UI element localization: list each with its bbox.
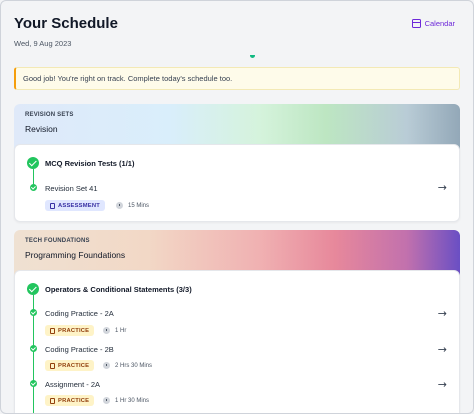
clipboard-icon: [50, 327, 55, 334]
check-circle-icon: [30, 309, 37, 316]
arrow-right-icon[interactable]: →: [438, 308, 447, 319]
check-circle-icon: [30, 184, 37, 191]
section-name: Revision: [25, 124, 58, 134]
arrow-right-icon[interactable]: →: [438, 379, 447, 390]
assessment-badge: ASSESSMENT: [45, 200, 105, 211]
section-label: REVISION SETS: [25, 112, 74, 118]
group-title: MCQ Revision Tests (1/1): [45, 159, 135, 168]
practice-badge: PRACTICE: [45, 325, 95, 336]
arrow-right-icon[interactable]: →: [438, 182, 447, 193]
calendar-button-label: Calendar: [424, 19, 455, 28]
timeline-line: [33, 169, 34, 185]
task-card: Operators & Conditional Statements (3/3)…: [14, 270, 460, 413]
badge-label: ASSESSMENT: [58, 202, 100, 209]
practice-badge: PRACTICE: [45, 360, 95, 371]
task-item-name[interactable]: Revision Set 41: [45, 184, 98, 193]
clock-icon: [103, 397, 110, 404]
page-date: Wed, 9 Aug 2023: [14, 39, 72, 48]
task-card: MCQ Revision Tests (1/1) Revision Set 41…: [14, 144, 460, 222]
section-label: TECH FOUNDATIONS: [25, 238, 90, 244]
check-circle-icon: [27, 157, 39, 169]
badge-label: PRACTICE: [58, 327, 90, 334]
badge-label: PRACTICE: [58, 397, 90, 404]
check-circle-icon: [30, 345, 37, 352]
section-revision: REVISION SETS Revision MCQ Revision Test…: [14, 104, 460, 222]
task-item-name[interactable]: Assignment - 2A: [45, 380, 100, 389]
badge-label: PRACTICE: [58, 362, 90, 369]
calendar-icon: [411, 19, 421, 28]
arrow-right-icon[interactable]: →: [438, 344, 447, 355]
section-name: Programming Foundations: [25, 250, 126, 260]
task-item-name[interactable]: Coding Practice - 2A: [45, 309, 114, 318]
check-circle-icon: [30, 380, 37, 387]
duration-text: 2 Hrs 30 Mins: [115, 362, 153, 369]
page-title: Your Schedule: [14, 15, 118, 32]
schedule-page: Your Schedule Wed, 9 Aug 2023 Calendar G…: [0, 0, 474, 414]
section-programming-foundations: TECH FOUNDATIONS Programming Foundations…: [14, 230, 460, 413]
clock-icon: [116, 202, 123, 209]
check-circle-icon: [27, 283, 39, 295]
practice-badge: PRACTICE: [45, 395, 95, 406]
duration: 15 Mins: [116, 202, 149, 209]
duration: 1 Hr 30 Mins: [103, 397, 149, 404]
task-item-name[interactable]: Coding Practice - 2B: [45, 345, 114, 354]
duration-text: 15 Mins: [128, 202, 150, 209]
duration: 1 Hr: [103, 327, 126, 334]
calendar-button[interactable]: Calendar: [411, 19, 455, 28]
status-banner-text: Good job! You're right on track. Complet…: [23, 74, 233, 83]
clipboard-icon: [50, 202, 55, 209]
clock-icon: [103, 327, 110, 334]
clipboard-icon: [50, 397, 55, 404]
progress-indicator: [250, 55, 255, 58]
duration: 2 Hrs 30 Mins: [103, 362, 152, 369]
duration-text: 1 Hr 30 Mins: [115, 397, 150, 404]
clock-icon: [103, 362, 110, 369]
group-title: Operators & Conditional Statements (3/3): [45, 285, 192, 294]
clipboard-icon: [50, 362, 55, 369]
duration-text: 1 Hr: [115, 327, 127, 334]
status-banner: Good job! You're right on track. Complet…: [14, 67, 460, 90]
